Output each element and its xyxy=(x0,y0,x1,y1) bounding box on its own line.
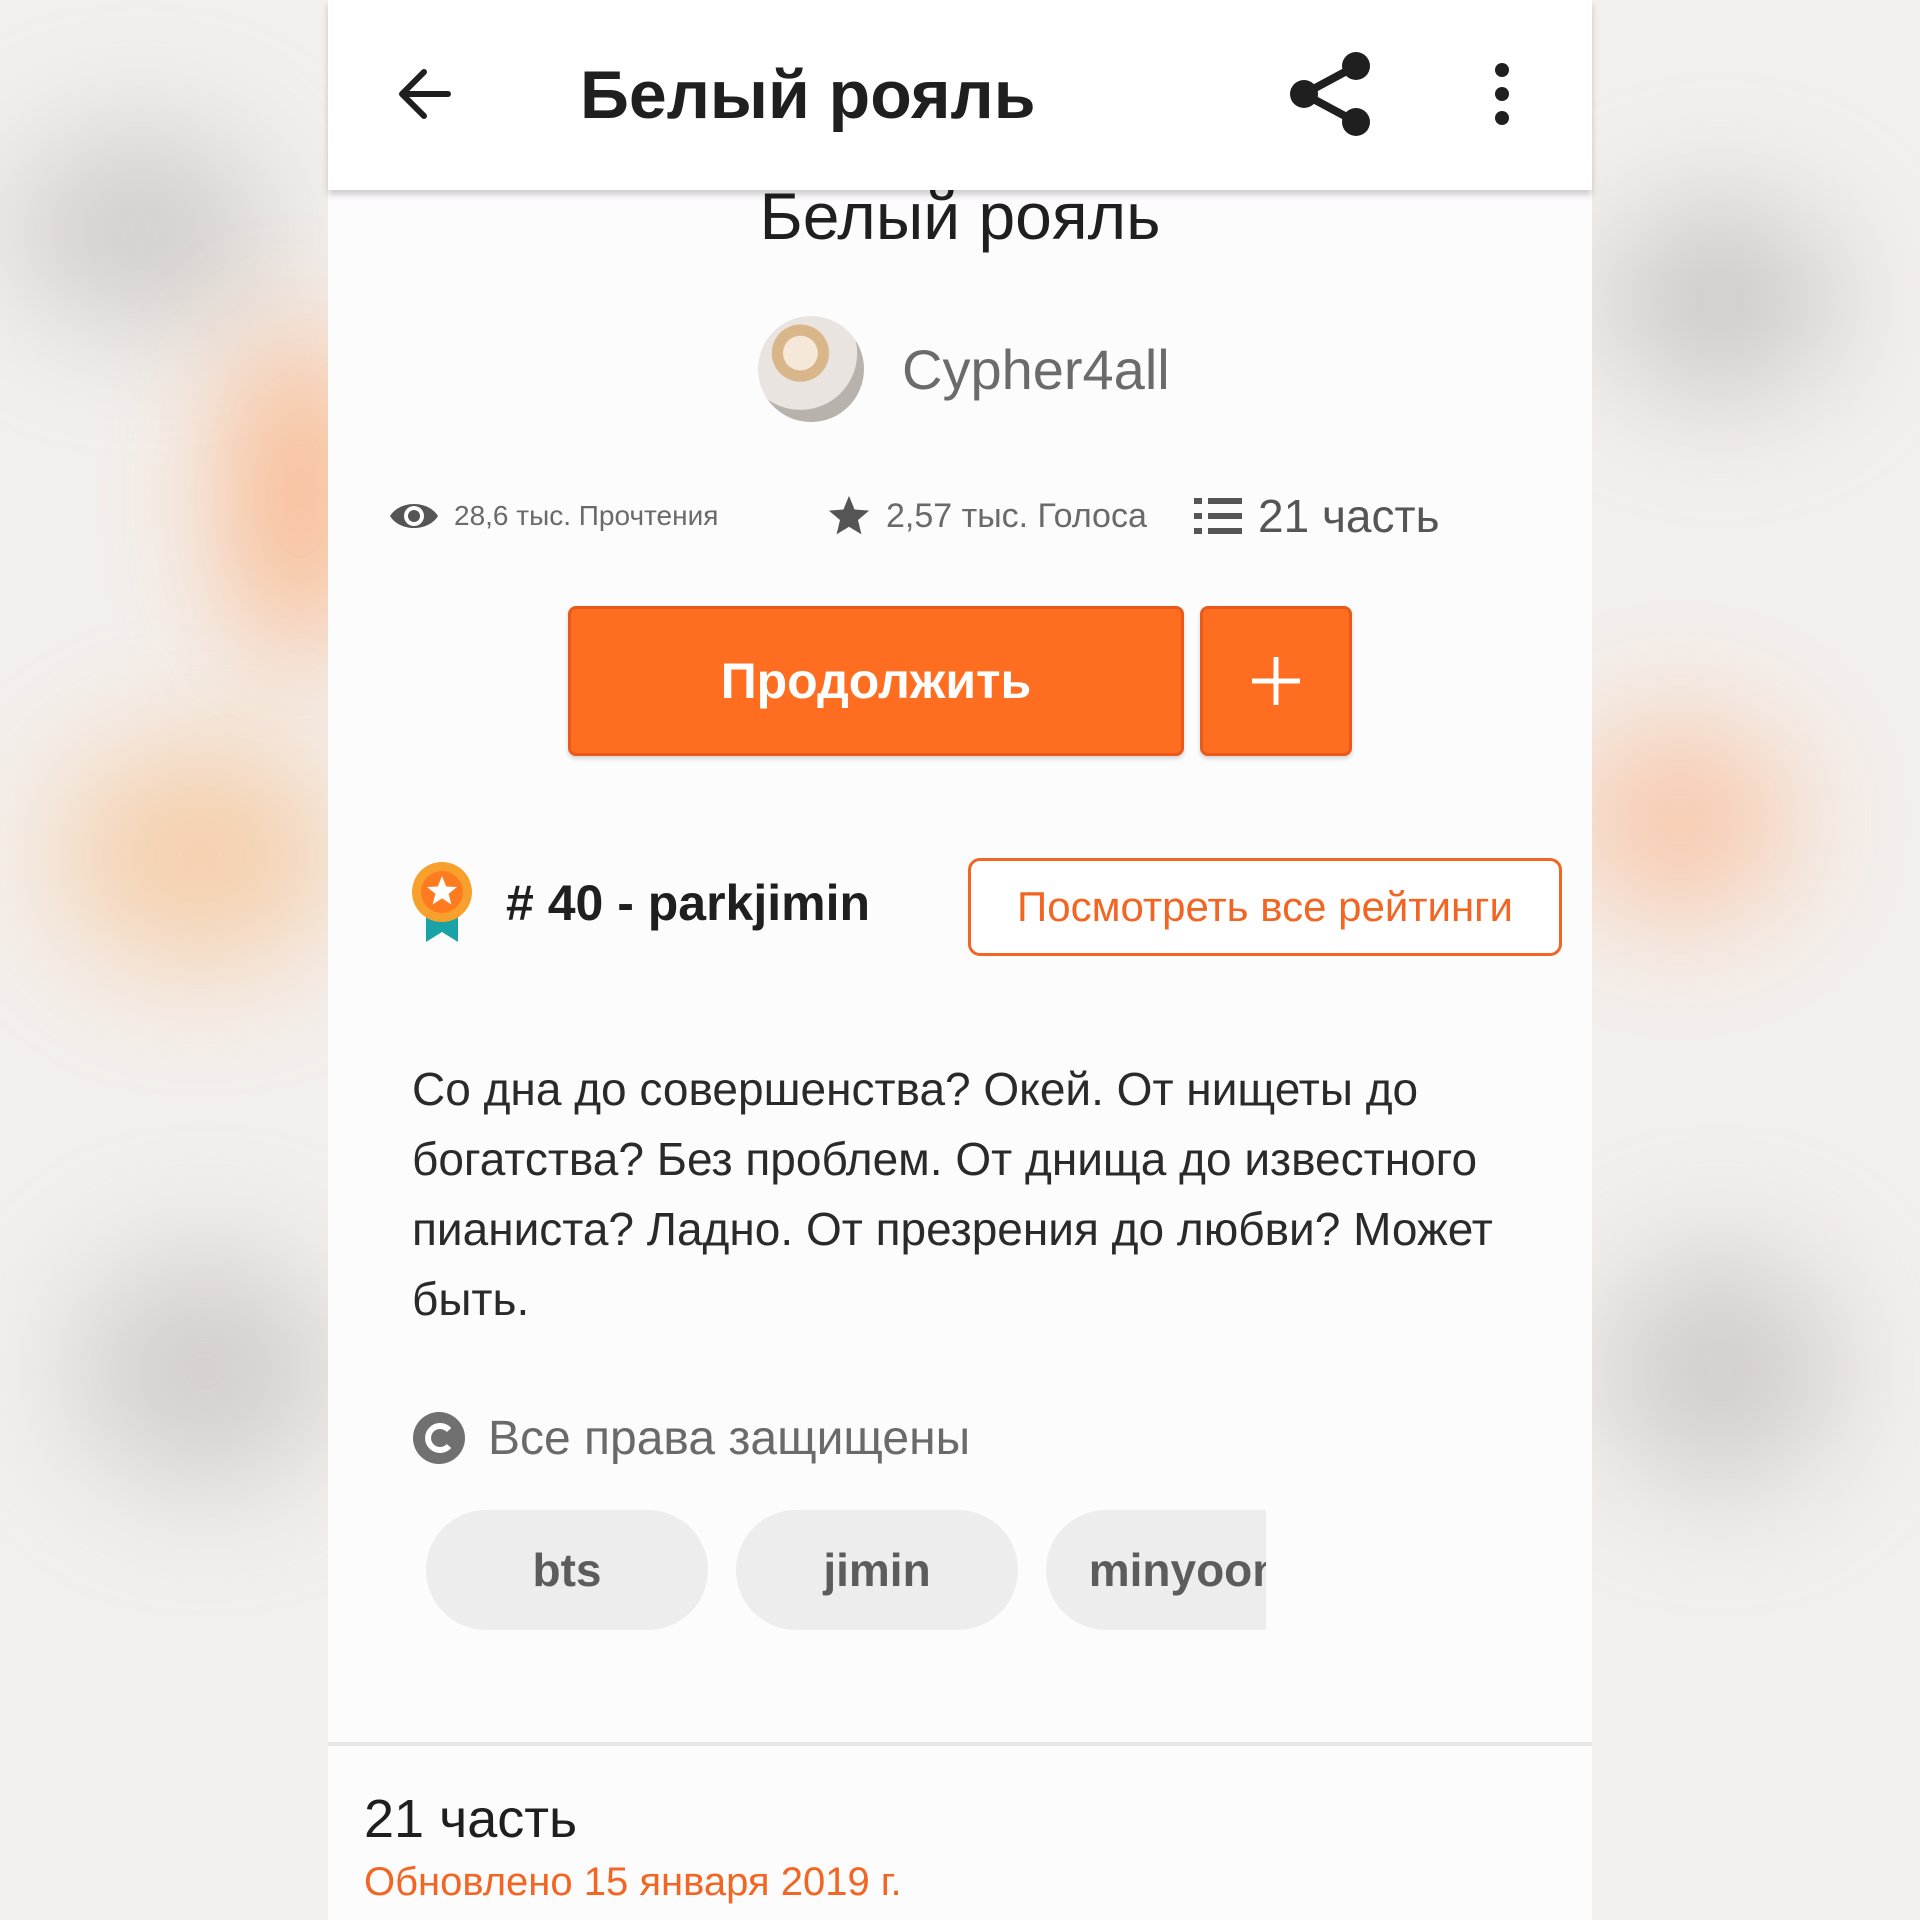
app-bar-title: Белый рояль xyxy=(580,57,1036,133)
section-divider xyxy=(328,1742,1592,1746)
continue-reading-label: Продолжить xyxy=(720,653,1032,709)
copyright-icon xyxy=(413,1412,465,1464)
share-icon[interactable] xyxy=(1284,48,1380,140)
tag-chip[interactable]: jimin xyxy=(736,1510,1018,1630)
votes-count: 2,57 тыс. Голоса xyxy=(886,496,1147,535)
story-stats: 28,6 тыс. Прочтения 2,57 тыс. Голоса 21 … xyxy=(388,488,1532,544)
tag-list: bts jimin minyoongi mo xyxy=(426,1510,1266,1630)
parts-count: 21 часть xyxy=(1258,490,1440,542)
more-vertical-icon[interactable] xyxy=(1472,56,1532,136)
app-bar: Белый рояль xyxy=(328,0,1592,190)
reads-stat: 28,6 тыс. Прочтения xyxy=(388,488,718,544)
copyright-label: Все права защищены xyxy=(488,1411,971,1465)
eye-icon xyxy=(390,504,438,528)
tag-chip[interactable]: minyoongi xyxy=(1046,1510,1266,1630)
view-all-rankings-label: Посмотреть все рейтинги xyxy=(1017,883,1513,930)
copyright-row: Все права защищены xyxy=(412,1410,970,1466)
parts-section-title[interactable]: 21 часть xyxy=(364,1788,577,1850)
continue-reading-button[interactable]: Продолжить xyxy=(568,606,1184,756)
tag-chip[interactable]: bts xyxy=(426,1510,708,1630)
parts-stat: 21 часть xyxy=(1194,488,1440,544)
author-name[interactable]: Cypher4all xyxy=(902,337,1170,402)
avatar[interactable] xyxy=(758,316,864,422)
star-icon xyxy=(828,495,870,535)
reads-count: 28,6 тыс. Прочтения xyxy=(454,500,719,531)
view-all-rankings-button[interactable]: Посмотреть все рейтинги xyxy=(968,858,1562,956)
add-to-library-button[interactable] xyxy=(1200,606,1352,756)
ranking-row: # 40 - parkjimin Посмотреть все рейтинги xyxy=(410,858,1562,956)
last-updated: Обновлено 15 января 2019 г. xyxy=(364,1860,902,1904)
plus-icon xyxy=(1252,657,1300,705)
author-row[interactable]: Cypher4all xyxy=(758,316,1170,422)
ranking-text: # 40 - parkjimin xyxy=(506,875,871,931)
list-icon xyxy=(1194,498,1242,534)
story-description: Со дна до совершенства? Окей. От нищеты … xyxy=(412,1063,1493,1325)
votes-stat: 2,57 тыс. Голоса xyxy=(826,488,1147,544)
medal-icon xyxy=(412,862,472,942)
story-details-screen: Белый рояль Белый рояль Cypher4all 28,6 … xyxy=(328,0,1592,1920)
arrow-left-icon[interactable] xyxy=(392,62,456,126)
